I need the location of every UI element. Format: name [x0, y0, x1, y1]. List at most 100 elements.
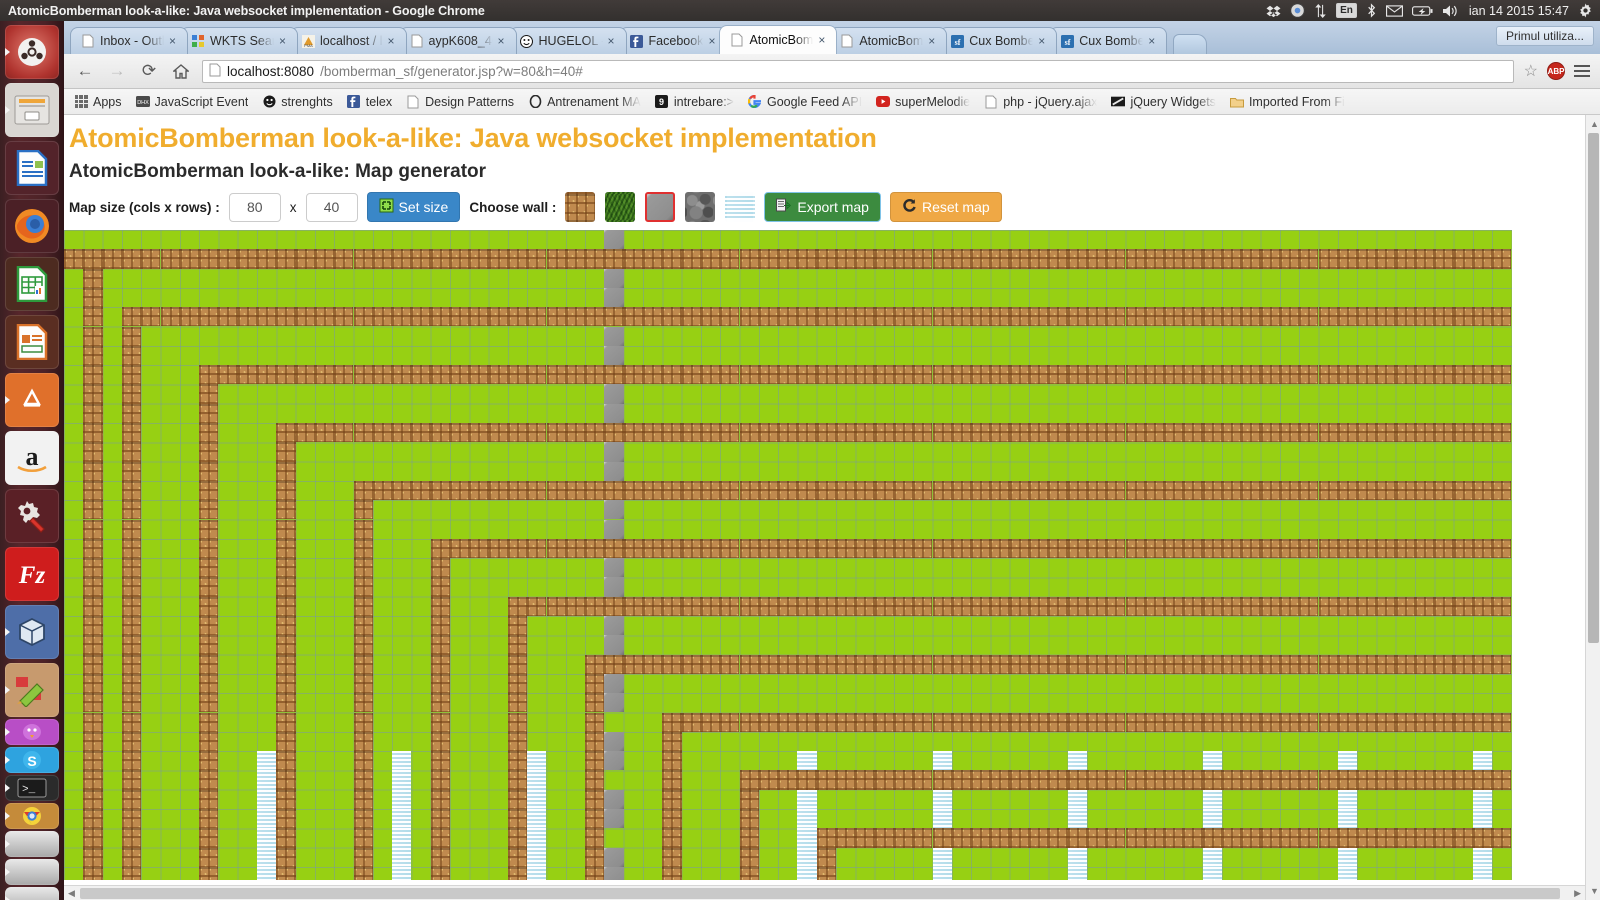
map-cell-brick[interactable] — [1203, 423, 1222, 442]
map-cell-brick[interactable] — [1454, 539, 1473, 558]
map-cell-brick[interactable] — [740, 790, 759, 809]
launcher-item-filezilla-icon[interactable]: Fz — [5, 547, 59, 601]
scroll-left-arrow[interactable]: ◀ — [68, 888, 75, 899]
map-cell-ice[interactable] — [1338, 790, 1357, 809]
map-cell-brick[interactable] — [740, 655, 759, 674]
map-cell-brick[interactable] — [431, 558, 450, 577]
map-cell-brick[interactable] — [624, 423, 643, 442]
map-cell-brick[interactable] — [1068, 828, 1087, 847]
scroll-up-arrow[interactable]: ▲ — [1590, 119, 1599, 129]
map-cell-brick[interactable] — [1415, 423, 1434, 442]
map-cell-brick[interactable] — [1241, 828, 1260, 847]
map-cell-brick[interactable] — [971, 539, 990, 558]
map-cell-brick[interactable] — [103, 249, 122, 268]
map-cell-brick[interactable] — [547, 481, 566, 500]
map-cell-ice[interactable] — [1203, 751, 1222, 770]
map-cell-brick[interactable] — [1164, 481, 1183, 500]
map-cell-brick[interactable] — [585, 867, 604, 880]
map-cell-solid[interactable] — [604, 577, 623, 596]
map-cell-brick[interactable] — [122, 693, 141, 712]
map-cell-brick[interactable] — [276, 732, 295, 751]
map-cell-brick[interactable] — [817, 867, 836, 880]
map-cell-brick[interactable] — [1068, 249, 1087, 268]
map-cell-brick[interactable] — [122, 790, 141, 809]
map-cell-brick[interactable] — [1454, 770, 1473, 789]
map-cell-brick[interactable] — [489, 249, 508, 268]
launcher-item-ubuntu-software-center-icon[interactable] — [5, 373, 59, 427]
map-cell-solid[interactable] — [604, 674, 623, 693]
map-cell-solid[interactable] — [604, 500, 623, 519]
map-cell-solid[interactable] — [604, 790, 623, 809]
map-cell-brick[interactable] — [373, 423, 392, 442]
map-cell-brick[interactable] — [122, 249, 141, 268]
map-cell-brick[interactable] — [1492, 655, 1511, 674]
map-cell-brick[interactable] — [122, 481, 141, 500]
tab-close-icon[interactable]: × — [169, 35, 181, 47]
map-cell-brick[interactable] — [1203, 481, 1222, 500]
map-cell-brick[interactable] — [778, 655, 797, 674]
map-cell-brick[interactable] — [508, 848, 527, 867]
map-cell-brick[interactable] — [1415, 770, 1434, 789]
map-cell-brick[interactable] — [1299, 539, 1318, 558]
map-cell-brick[interactable] — [354, 481, 373, 500]
map-cell-brick[interactable] — [276, 751, 295, 770]
map-cell-brick[interactable] — [1048, 713, 1067, 732]
map-cell-brick[interactable] — [817, 307, 836, 326]
launcher-item-libreoffice-writer-icon[interactable] — [5, 141, 59, 195]
map-cell-brick[interactable] — [759, 597, 778, 616]
map-cell-brick[interactable] — [354, 423, 373, 442]
map-cell-brick[interactable] — [1203, 365, 1222, 384]
map-cell-ice[interactable] — [527, 790, 546, 809]
map-cell-brick[interactable] — [83, 307, 102, 326]
map-cell-brick[interactable] — [913, 365, 932, 384]
map-cell-brick[interactable] — [1261, 828, 1280, 847]
map-cell-brick[interactable] — [778, 481, 797, 500]
map-cell-brick[interactable] — [276, 616, 295, 635]
map-cell-ice[interactable] — [392, 790, 411, 809]
map-cell-ice[interactable] — [527, 809, 546, 828]
map-cell-brick[interactable] — [624, 249, 643, 268]
map-cell-brick[interactable] — [1203, 828, 1222, 847]
map-cell-brick[interactable] — [1010, 365, 1029, 384]
map-cell-brick[interactable] — [759, 423, 778, 442]
map-cell-brick[interactable] — [662, 249, 681, 268]
map-cell-brick[interactable] — [1280, 828, 1299, 847]
map-cell-brick[interactable] — [276, 848, 295, 867]
scroll-down-arrow[interactable]: ▼ — [1590, 886, 1599, 896]
map-cell-brick[interactable] — [566, 365, 585, 384]
map-cell-brick[interactable] — [759, 365, 778, 384]
map-cell-brick[interactable] — [1299, 307, 1318, 326]
map-cell-brick[interactable] — [1280, 597, 1299, 616]
map-cell-brick[interactable] — [604, 365, 623, 384]
map-cell-brick[interactable] — [682, 481, 701, 500]
map-cell-brick[interactable] — [547, 423, 566, 442]
map-cell-brick[interactable] — [1241, 249, 1260, 268]
map-cell-brick[interactable] — [450, 539, 469, 558]
map-cell-ice[interactable] — [1203, 867, 1222, 880]
map-cell-brick[interactable] — [1048, 249, 1067, 268]
map-cell-brick[interactable] — [199, 481, 218, 500]
map-cell-brick[interactable] — [1126, 423, 1145, 442]
launcher-item-window-stack-icon[interactable] — [5, 887, 59, 900]
map-cell-brick[interactable] — [1473, 597, 1492, 616]
map-cell-brick[interactable] — [797, 655, 816, 674]
map-cell-brick[interactable] — [662, 809, 681, 828]
map-cell-brick[interactable] — [431, 616, 450, 635]
map-cell-brick[interactable] — [759, 249, 778, 268]
map-cell-brick[interactable] — [354, 674, 373, 693]
map-cell-brick[interactable] — [450, 365, 469, 384]
map-cell-brick[interactable] — [952, 828, 971, 847]
map-cell-brick[interactable] — [797, 307, 816, 326]
map-cell-brick[interactable] — [836, 597, 855, 616]
map-cell-brick[interactable] — [1029, 365, 1048, 384]
map-cell-brick[interactable] — [1106, 539, 1125, 558]
map-cell-brick[interactable] — [1396, 423, 1415, 442]
bookmark-item[interactable]: jQuery Widgets — [1111, 95, 1215, 109]
map-cell-brick[interactable] — [1261, 249, 1280, 268]
mail-icon[interactable] — [1386, 3, 1403, 19]
map-cell-brick[interactable] — [662, 307, 681, 326]
map-cell-brick[interactable] — [431, 597, 450, 616]
map-cell-brick[interactable] — [1473, 307, 1492, 326]
map-cell-brick[interactable] — [971, 828, 990, 847]
map-cell-brick[interactable] — [1048, 597, 1067, 616]
